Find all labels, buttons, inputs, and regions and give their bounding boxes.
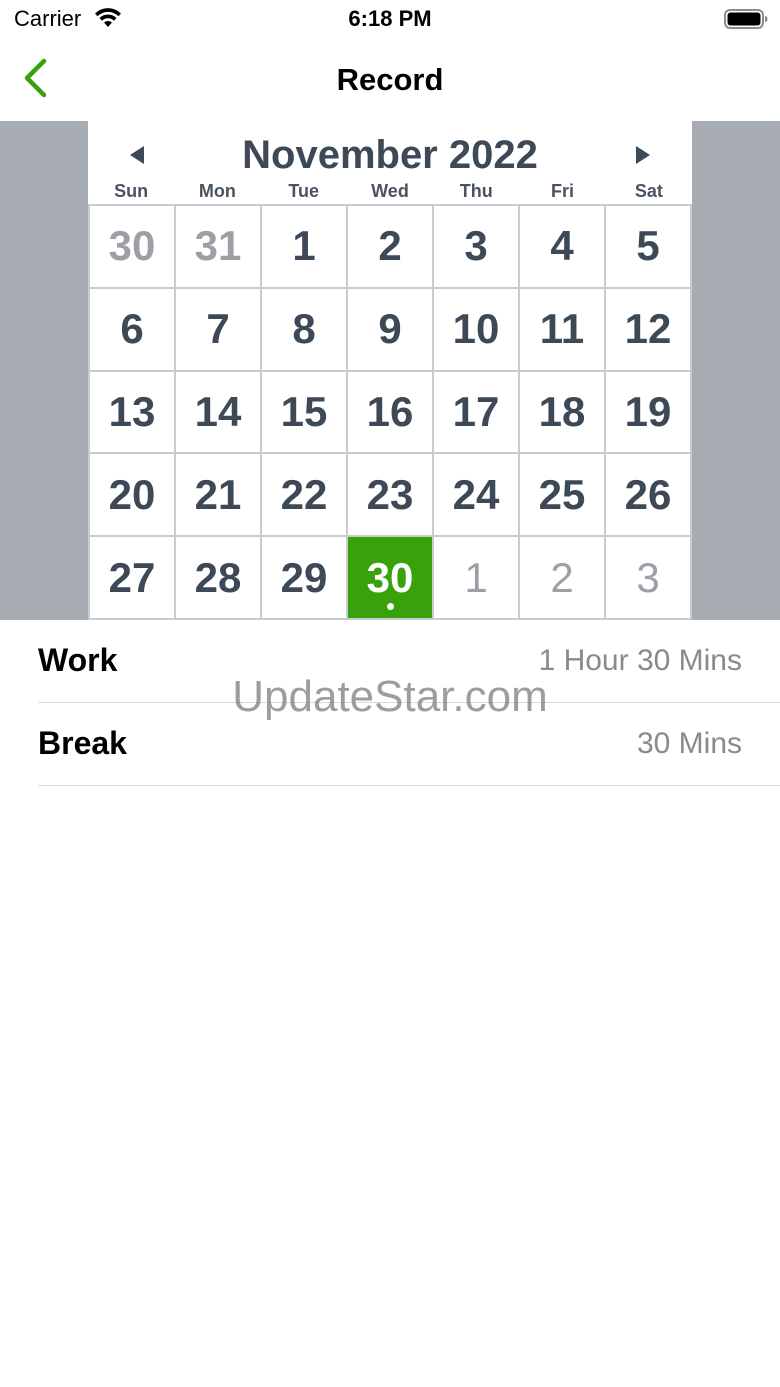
day-cell[interactable]: 26 — [606, 454, 692, 538]
record-label: Break — [38, 725, 127, 761]
calendar-header: November 2022 Sun Mon Tue Wed Thu Fri Sa… — [88, 121, 692, 205]
day-cell[interactable]: 8 — [262, 288, 348, 372]
day-cell[interactable]: 28 — [176, 537, 262, 620]
day-cell-selected[interactable]: 30 — [348, 537, 434, 620]
weekday-row: Sun Mon Tue Wed Thu Fri Sat — [88, 181, 692, 203]
page-title: Record — [336, 62, 444, 97]
weekday-label: Sun — [114, 181, 149, 201]
day-cell[interactable]: 19 — [606, 371, 692, 455]
status-bar: Carrier 6:18 PM — [0, 0, 780, 40]
day-cell[interactable]: 23 — [348, 454, 434, 538]
day-cell[interactable]: 16 — [348, 371, 434, 455]
status-time: 6:18 PM — [348, 6, 432, 31]
weekday-label: Fri — [551, 181, 575, 201]
day-cell[interactable]: 14 — [176, 371, 262, 455]
day-cell[interactable]: 13 — [90, 371, 176, 455]
day-cell[interactable]: 15 — [262, 371, 348, 455]
next-month-button[interactable] — [630, 143, 654, 167]
day-cell-next-month[interactable]: 1 — [434, 537, 520, 620]
day-cell[interactable]: 9 — [348, 288, 434, 372]
day-cell-next-month[interactable]: 2 — [520, 537, 606, 620]
day-cell[interactable]: 27 — [90, 537, 176, 620]
day-cell-prev-month[interactable]: 31 — [176, 206, 262, 289]
day-cell[interactable]: 21 — [176, 454, 262, 538]
weekday-label: Tue — [288, 181, 320, 201]
month-title: November 2022 — [242, 133, 538, 177]
weekday-label: Wed — [371, 181, 409, 201]
day-cell[interactable]: 18 — [520, 371, 606, 455]
day-cell[interactable]: 12 — [606, 288, 692, 372]
record-value: 1 Hour 30 Mins — [538, 644, 742, 677]
battery-icon — [724, 9, 768, 29]
record-row-work[interactable]: Work 1 Hour 30 Mins — [38, 620, 780, 703]
nav-bar: Record — [0, 40, 780, 121]
triangle-right-icon — [636, 146, 650, 164]
day-cell[interactable]: 7 — [176, 288, 262, 372]
day-cell[interactable]: 3 — [434, 206, 520, 289]
weekday-label: Sat — [634, 181, 663, 201]
calendar: November 2022 Sun Mon Tue Wed Thu Fri Sa… — [88, 121, 692, 620]
day-cell[interactable]: 22 — [262, 454, 348, 538]
day-cell[interactable]: 6 — [90, 288, 176, 372]
day-cell[interactable]: 11 — [520, 288, 606, 372]
day-cell-prev-month[interactable]: 30 — [90, 206, 176, 289]
day-cell[interactable]: 10 — [434, 288, 520, 372]
day-cell[interactable]: 17 — [434, 371, 520, 455]
record-label: Work — [38, 642, 118, 678]
record-screen: Carrier 6:18 PM Record November 2022 Sun… — [0, 0, 780, 1387]
day-cell[interactable]: 2 — [348, 206, 434, 289]
record-value: 30 Mins — [636, 727, 742, 760]
day-cell[interactable]: 25 — [520, 454, 606, 538]
selected-day-label: 30 — [366, 553, 414, 601]
record-row-break[interactable]: Break 30 Mins — [38, 703, 780, 786]
calendar-grid: 30 31 1 2 3 4 5 6 7 8 9 10 11 12 13 14 1… — [88, 204, 692, 620]
day-cell[interactable]: 29 — [262, 537, 348, 620]
day-cell[interactable]: 1 — [262, 206, 348, 289]
day-cell[interactable]: 20 — [90, 454, 176, 538]
day-cell[interactable]: 5 — [606, 206, 692, 289]
weekday-label: Thu — [459, 181, 493, 201]
records-list: Work 1 Hour 30 Mins Break 30 Mins — [0, 620, 780, 786]
day-cell[interactable]: 24 — [434, 454, 520, 538]
day-cell-next-month[interactable]: 3 — [606, 537, 692, 620]
record-indicator-dot — [386, 603, 394, 610]
day-cell[interactable]: 4 — [520, 206, 606, 289]
weekday-label: Mon — [198, 181, 236, 201]
